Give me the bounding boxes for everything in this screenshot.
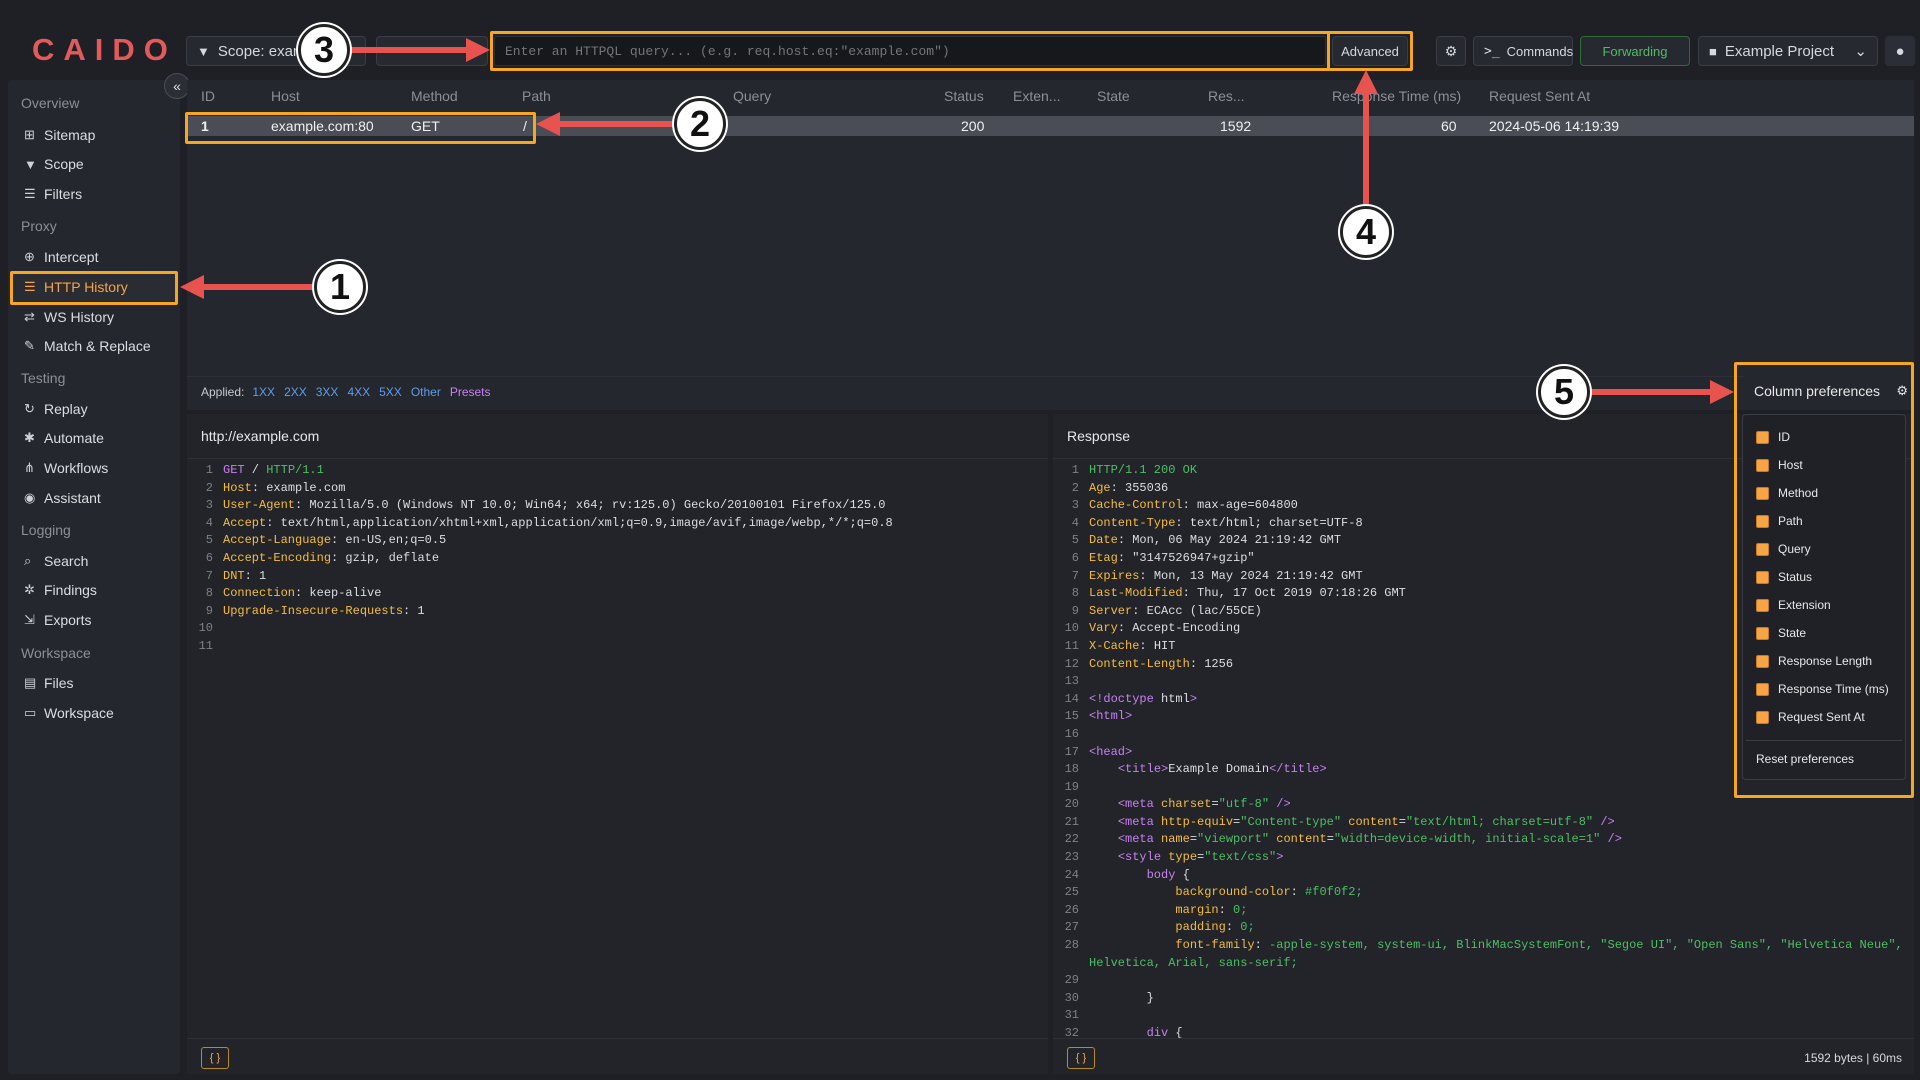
annotation-number-5: 5 [1538,366,1590,418]
annotation-arrows [180,38,1734,404]
annotation-number-1: 1 [314,261,366,313]
annotation-number-3: 3 [298,24,350,76]
annotation-number-4: 4 [1340,206,1392,258]
annotation-number-2: 2 [674,98,726,150]
